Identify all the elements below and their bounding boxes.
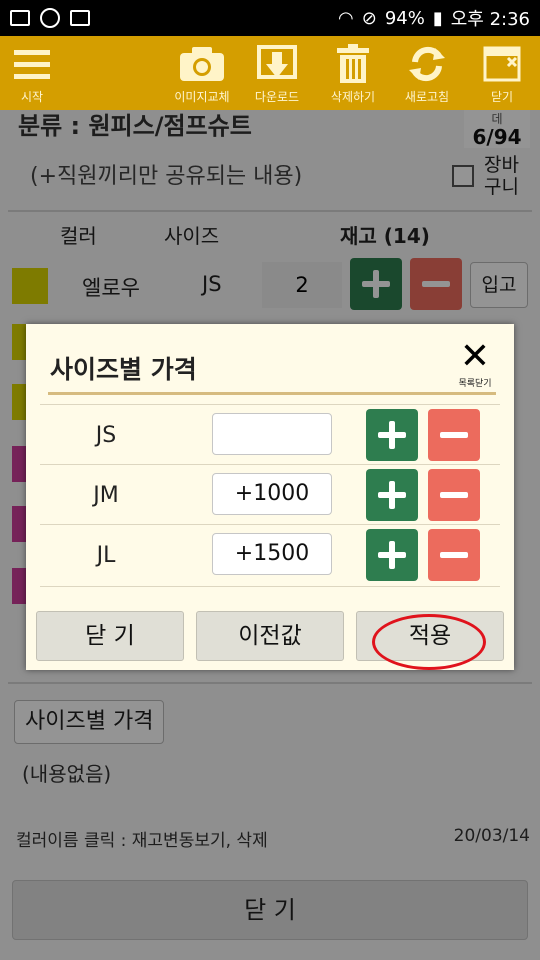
download-icon bbox=[256, 42, 298, 86]
delete-button[interactable]: 삭제하기 bbox=[313, 42, 393, 105]
minus-icon bbox=[440, 541, 468, 569]
status-bar: ◠ ⊘ 94% ▮ 오후 2:36 bbox=[0, 0, 540, 36]
refresh-icon bbox=[407, 42, 447, 86]
wifi-icon: ◠ bbox=[338, 7, 354, 29]
menu-button[interactable]: 시작 bbox=[0, 42, 72, 105]
refresh-button[interactable]: 새로고침 bbox=[387, 42, 467, 105]
camera-icon bbox=[178, 42, 226, 86]
toolbar-close-label: 닫기 bbox=[490, 90, 514, 104]
download-label: 다운로드 bbox=[254, 90, 300, 104]
minus-button[interactable] bbox=[428, 469, 480, 521]
previous-value-button[interactable]: 이전값 bbox=[196, 611, 344, 661]
mute-icon: ⊘ bbox=[361, 7, 377, 29]
dialog-close-button[interactable]: ✕ 목록닫기 bbox=[450, 336, 500, 390]
minus-button[interactable] bbox=[428, 409, 480, 461]
minus-icon bbox=[440, 481, 468, 509]
refresh-label: 새로고침 bbox=[404, 90, 450, 104]
size-label: JM bbox=[93, 483, 119, 508]
mail-notification-icon bbox=[70, 10, 90, 26]
plus-button[interactable] bbox=[366, 409, 418, 461]
image-replace-button[interactable]: 이미지교체 bbox=[162, 42, 242, 105]
battery-percent: 94% bbox=[384, 7, 425, 29]
app-notification-icon bbox=[40, 8, 60, 28]
highlight-circle bbox=[372, 614, 486, 670]
gallery-notification-icon bbox=[10, 10, 30, 26]
price-input[interactable]: +1500 bbox=[212, 533, 332, 575]
size-price-row: JM +1000 bbox=[40, 464, 500, 524]
divider bbox=[40, 586, 500, 587]
menu-icon bbox=[12, 42, 52, 86]
close-x-icon: ✕ bbox=[459, 336, 491, 377]
price-input[interactable]: +1000 bbox=[212, 473, 332, 515]
size-label: JL bbox=[96, 543, 116, 568]
plus-icon bbox=[378, 481, 406, 509]
minus-button[interactable] bbox=[428, 529, 480, 581]
menu-label: 시작 bbox=[20, 90, 44, 104]
dialog-close-text-button[interactable]: 닫 기 bbox=[36, 611, 184, 661]
plus-button[interactable] bbox=[366, 529, 418, 581]
minus-icon bbox=[440, 421, 468, 449]
dialog-title: 사이즈별 가격 bbox=[50, 355, 197, 384]
clock: 오후 2:36 bbox=[450, 9, 530, 30]
price-input[interactable] bbox=[212, 413, 332, 455]
title-underline bbox=[48, 392, 496, 395]
plus-icon bbox=[378, 421, 406, 449]
size-price-row: JL +1500 bbox=[40, 524, 500, 584]
toolbar-close-button[interactable]: 닫기 bbox=[462, 42, 540, 105]
app-toolbar: 시작 이미지교체 다운로드 삭제하기 새로고침 닫기 bbox=[0, 36, 540, 110]
plus-button[interactable] bbox=[366, 469, 418, 521]
image-replace-label: 이미지교체 bbox=[174, 90, 230, 104]
battery-icon: ▮ bbox=[432, 7, 443, 29]
dialog-close-label: 목록닫기 bbox=[458, 379, 492, 389]
size-price-dialog: 사이즈별 가격 ✕ 목록닫기 JS JM +1000 JL +1500 닫 기 … bbox=[26, 324, 514, 670]
trash-icon bbox=[333, 42, 373, 86]
delete-label: 삭제하기 bbox=[330, 90, 376, 104]
close-window-icon bbox=[482, 42, 522, 86]
download-button[interactable]: 다운로드 bbox=[237, 42, 317, 105]
plus-icon bbox=[378, 541, 406, 569]
size-price-row: JS bbox=[40, 404, 500, 464]
size-label: JS bbox=[95, 423, 117, 448]
